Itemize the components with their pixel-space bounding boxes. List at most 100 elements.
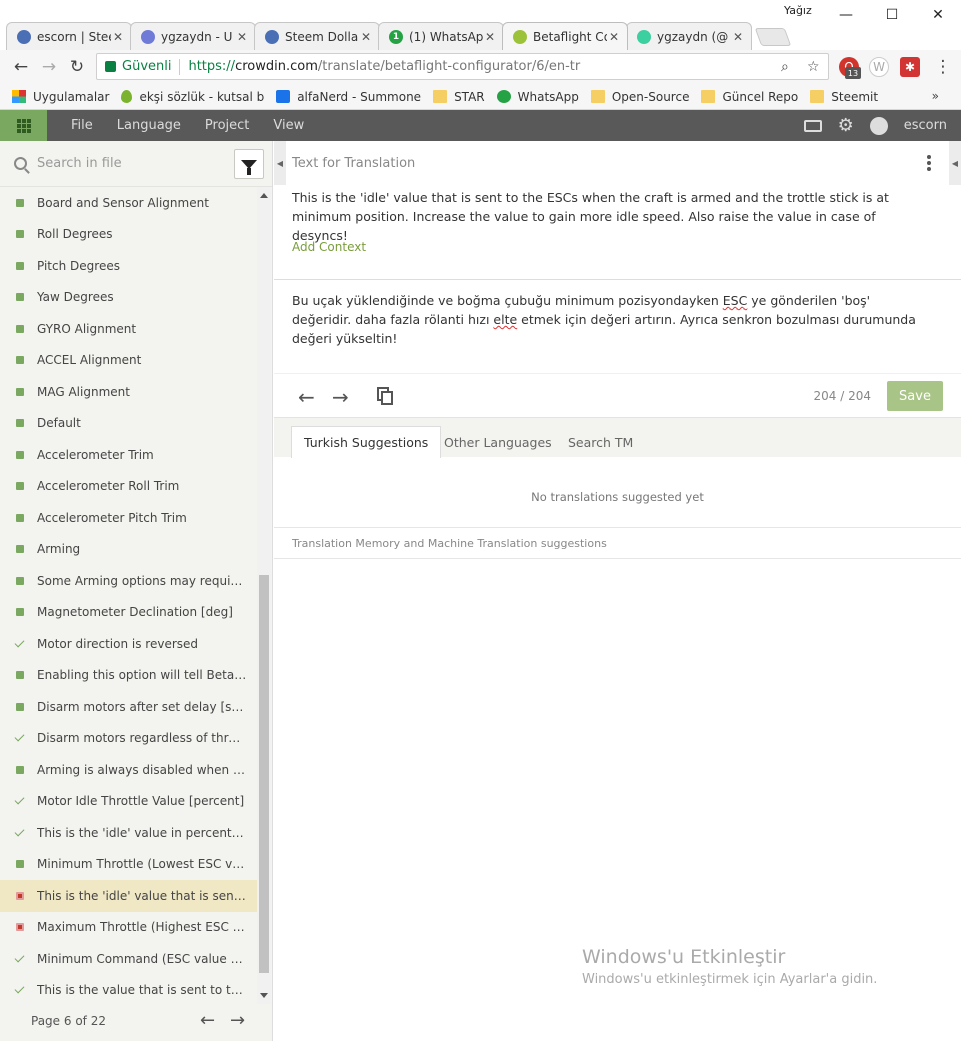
tab-close-icon[interactable]: ✕ — [731, 30, 745, 44]
more-options-icon[interactable] — [927, 155, 931, 171]
browser-tab[interactable]: escorn | Steem ✕ — [6, 22, 132, 50]
list-item[interactable]: Enabling this option will tell Betaflig.… — [0, 660, 257, 692]
scroll-thumb[interactable] — [259, 575, 269, 973]
forward-arrow-icon[interactable]: → — [38, 56, 60, 78]
help-icon[interactable]: ? — [869, 116, 888, 135]
sidebar-scrollbar[interactable] — [257, 187, 271, 1004]
chrome-menu-icon[interactable]: ⋮ — [932, 56, 954, 78]
user-menu[interactable]: escorn — [904, 118, 947, 133]
list-item[interactable]: Motor direction is reversed — [0, 628, 257, 660]
bookmark-label: ekşi sözlük - kutsal b — [139, 89, 265, 104]
list-item[interactable]: Pitch Degrees — [0, 250, 257, 282]
list-item-text: GYRO Alignment — [37, 321, 137, 336]
list-item[interactable]: ACCEL Alignment — [0, 345, 257, 377]
bookmark-whatsapp[interactable]: WhatsApp — [496, 90, 579, 104]
bookmarks-overflow-icon[interactable]: » — [932, 89, 939, 103]
list-item[interactable]: MAG Alignment — [0, 376, 257, 408]
tab-close-icon[interactable]: ✕ — [235, 30, 249, 44]
page-label: Page 6 of 22 — [31, 1014, 106, 1028]
reload-icon[interactable]: ↻ — [66, 56, 88, 78]
browser-tab[interactable]: ygzaydn (@ ✕ — [626, 22, 752, 50]
tab-close-icon[interactable]: ✕ — [359, 30, 373, 44]
tab-search-tm[interactable]: Search TM — [556, 426, 645, 458]
windows-activation-title: Windows'u Etkinleştir — [582, 946, 786, 968]
list-item[interactable]: Motor Idle Throttle Value [percent] — [0, 786, 257, 818]
steemit-icon — [637, 29, 651, 44]
list-item[interactable]: Disarm motors after set delay [seco... — [0, 691, 257, 723]
next-string-arrow-icon[interactable]: → — [332, 385, 349, 409]
close-window-button[interactable]: ✕ — [915, 4, 961, 26]
filter-button[interactable] — [234, 149, 264, 179]
lastpass-extension-icon[interactable]: ✱ — [900, 57, 920, 77]
new-tab-button[interactable] — [754, 28, 792, 46]
app-menu-grid-icon[interactable] — [0, 110, 47, 141]
tab-close-icon[interactable]: ✕ — [483, 30, 497, 44]
list-item[interactable]: Minimum Throttle (Lowest ESC valu... — [0, 849, 257, 881]
list-item[interactable]: Yaw Degrees — [0, 282, 257, 314]
browser-tab-active[interactable]: Betaflight Co ✕ — [502, 22, 628, 50]
list-item-selected[interactable]: This is the 'idle' value that is sent to… — [0, 880, 257, 912]
bookmark-steemit[interactable]: Steemit — [810, 90, 878, 104]
list-item[interactable]: This is the 'idle' value in percent of .… — [0, 817, 257, 849]
previous-string-arrow-icon[interactable]: ← — [298, 385, 315, 409]
copy-source-icon[interactable] — [377, 387, 393, 405]
tab-other-languages[interactable]: Other Languages — [432, 426, 564, 458]
wordpress-extension-icon[interactable]: W — [869, 57, 889, 77]
tab-close-icon[interactable]: ✕ — [111, 30, 125, 44]
minimize-button[interactable]: — — [823, 4, 869, 26]
folder-icon — [701, 90, 716, 103]
scroll-up-icon[interactable] — [260, 193, 268, 198]
list-item[interactable]: Board and Sensor Alignment — [0, 187, 257, 219]
folder-icon — [590, 90, 605, 103]
settings-gear-icon[interactable]: ⚙ — [838, 115, 854, 136]
translation-textarea[interactable]: Bu uçak yüklendiğinde ve boğma çubuğu mi… — [292, 291, 932, 348]
menu-file[interactable]: File — [71, 118, 93, 133]
browser-tab[interactable]: 1 (1) WhatsApp ✕ — [378, 22, 504, 50]
tab-turkish-suggestions[interactable]: Turkish Suggestions — [291, 426, 442, 458]
list-item[interactable]: Default — [0, 408, 257, 440]
translated-status-icon — [16, 513, 24, 522]
list-item[interactable]: Disarm motors regardless of throttl... — [0, 723, 257, 755]
translated-status-icon — [16, 482, 24, 491]
bookmark-eksi[interactable]: ekşi sözlük - kutsal b — [121, 90, 264, 104]
keyboard-icon[interactable] — [803, 119, 822, 132]
scroll-down-icon[interactable] — [260, 993, 268, 998]
list-item[interactable]: Accelerometer Trim — [0, 439, 257, 471]
list-item[interactable]: GYRO Alignment — [0, 313, 257, 345]
list-item[interactable]: Arming — [0, 534, 257, 566]
menu-language[interactable]: Language — [117, 118, 181, 133]
bookmark-apps[interactable]: Uygulamalar — [12, 90, 109, 104]
back-arrow-icon[interactable]: ← — [10, 56, 32, 78]
bookmark-star-icon[interactable]: ☆ — [807, 59, 820, 75]
maximize-button[interactable]: ☐ — [869, 4, 915, 26]
list-item[interactable]: Magnetometer Declination [deg] — [0, 597, 257, 629]
editor-panel: ◀ ◀ Text for Translation This is the 'id… — [274, 141, 961, 1041]
save-button[interactable]: Save — [887, 381, 943, 411]
menu-view[interactable]: View — [273, 118, 304, 133]
list-item[interactable]: This is the value that is sent to the E.… — [0, 975, 257, 1005]
list-item[interactable]: Some Arming options may require a... — [0, 565, 257, 597]
bookmark-alfanerd[interactable]: alfaNerd - Summone — [276, 90, 421, 104]
list-item[interactable]: Arming is always disabled when the ... — [0, 754, 257, 786]
bookmark-guncel-repo[interactable]: Güncel Repo — [701, 90, 798, 104]
crowdin-icon — [513, 29, 527, 44]
list-item[interactable]: Accelerometer Roll Trim — [0, 471, 257, 503]
translated-status-icon — [16, 356, 24, 365]
browser-tab[interactable]: ygzaydn - U ✕ — [130, 22, 256, 50]
browser-tab[interactable]: Steem Dollar ✕ — [254, 22, 380, 50]
list-item[interactable]: Roll Degrees — [0, 219, 257, 251]
list-item[interactable]: Minimum Command (ESC value whe... — [0, 943, 257, 975]
address-bar[interactable]: Güvenli https:// crowdin.com /translate/… — [96, 53, 829, 80]
folder-icon — [810, 90, 825, 103]
bookmark-open-source[interactable]: Open-Source — [590, 90, 689, 104]
tab-close-icon[interactable]: ✕ — [607, 30, 621, 44]
list-item[interactable]: Accelerometer Pitch Trim — [0, 502, 257, 534]
bookmark-star[interactable]: STAR — [433, 90, 485, 104]
next-page-arrow-icon[interactable]: → — [230, 1010, 245, 1031]
menu-project[interactable]: Project — [205, 118, 249, 133]
list-item[interactable]: Maximum Throttle (Highest ESC valu... — [0, 912, 257, 944]
search-input[interactable] — [37, 156, 207, 171]
zoom-magnifier-icon[interactable]: ⌕ — [781, 59, 789, 75]
add-context-link[interactable]: Add Context — [292, 240, 366, 254]
prev-page-arrow-icon[interactable]: ← — [200, 1010, 215, 1031]
